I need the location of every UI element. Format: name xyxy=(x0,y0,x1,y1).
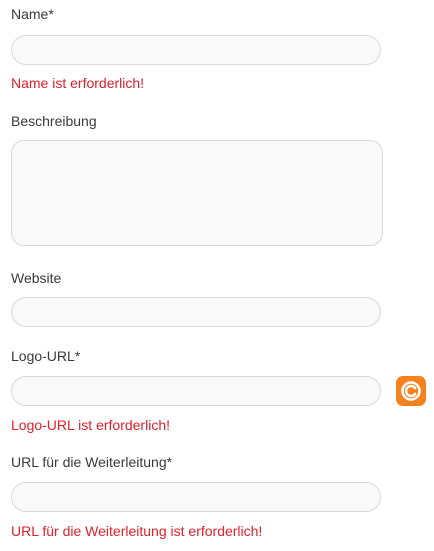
description-textarea[interactable] xyxy=(11,140,383,246)
description-label: Beschreibung xyxy=(11,113,97,129)
redirect-url-error-message: URL für die Weiterleitung ist erforderli… xyxy=(11,523,263,539)
logo-url-input[interactable] xyxy=(11,376,381,406)
circular-c-logo-icon[interactable] xyxy=(396,376,426,406)
logo-url-error-message: Logo-URL ist erforderlich! xyxy=(11,417,170,433)
redirect-url-input[interactable] xyxy=(11,482,381,512)
redirect-url-label: URL für die Weiterleitung* xyxy=(11,454,173,470)
website-input[interactable] xyxy=(11,297,381,327)
name-error-message: Name ist erforderlich! xyxy=(11,75,145,91)
name-label: Name* xyxy=(11,6,54,22)
circular-c-logo-icon-glyph xyxy=(401,381,421,401)
website-label: Website xyxy=(11,270,62,286)
name-input[interactable] xyxy=(11,35,381,65)
logo-url-label: Logo-URL* xyxy=(11,348,81,364)
